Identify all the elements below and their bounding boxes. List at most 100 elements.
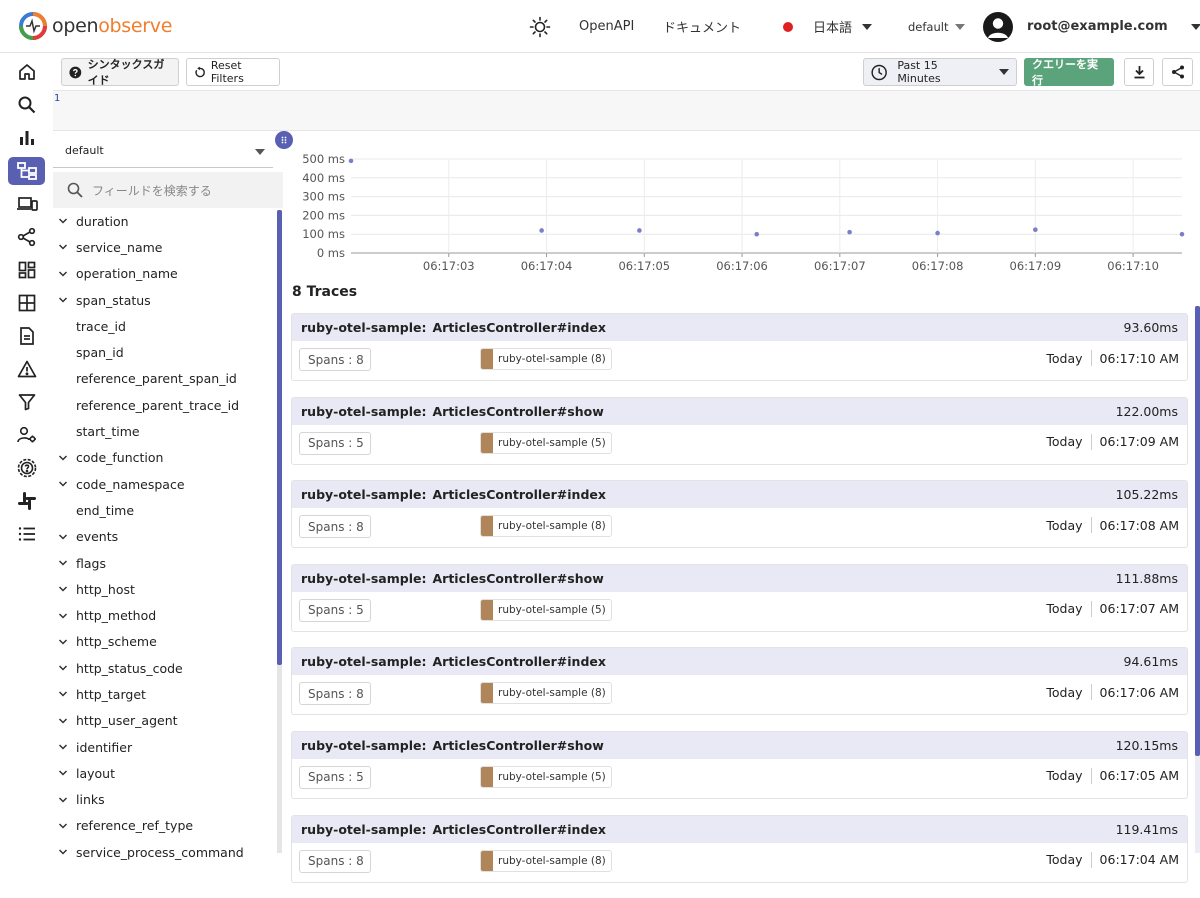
field-item[interactable]: reference_parent_trace_id [53, 392, 276, 418]
nav-settings[interactable] [8, 454, 45, 482]
nav-logs[interactable] [8, 91, 45, 119]
field-item[interactable]: layout [53, 760, 276, 786]
trace-card-header[interactable]: ruby-otel-sample: ArticlesController#show… [292, 397, 1187, 425]
field-item[interactable]: code_function [53, 445, 276, 471]
field-item[interactable]: trace_id [53, 313, 276, 339]
field-item[interactable]: links [53, 787, 276, 813]
field-item[interactable]: flags [53, 550, 276, 576]
chevron-down-icon[interactable] [58, 664, 72, 672]
field-item[interactable]: http_status_code [53, 655, 276, 681]
field-item[interactable]: http_scheme [53, 629, 276, 655]
share-button[interactable] [1162, 58, 1193, 86]
chevron-down-icon[interactable] [58, 585, 72, 593]
chevron-down-icon[interactable] [58, 217, 72, 225]
chevron-down-icon[interactable] [58, 717, 72, 725]
field-item[interactable]: duration [53, 208, 276, 234]
chevron-down-icon[interactable] [58, 559, 72, 567]
field-item[interactable]: http_user_agent [53, 708, 276, 734]
openobserve-logo[interactable]: openobserve [18, 11, 172, 41]
chevron-down-icon[interactable] [58, 243, 72, 251]
trace-card-header[interactable]: ruby-otel-sample: ArticlesController#inde… [292, 815, 1187, 843]
chevron-down-icon[interactable] [58, 270, 72, 278]
nav-slack[interactable] [8, 487, 45, 515]
field-item[interactable]: reference_parent_span_id [53, 366, 276, 392]
field-item[interactable]: http_method [53, 602, 276, 628]
docs-link[interactable]: ドキュメント [663, 0, 741, 53]
organization-select[interactable]: default [908, 0, 966, 53]
field-item[interactable]: operation_name [53, 261, 276, 287]
chevron-down-icon[interactable] [58, 296, 72, 304]
service-color-swatch [481, 432, 493, 453]
trace-list-scrollbar[interactable] [1195, 306, 1200, 853]
trace-card-header[interactable]: ruby-otel-sample: ArticlesController#show… [292, 731, 1187, 759]
functions-icon [18, 394, 35, 411]
trace-card[interactable]: ruby-otel-sample: ArticlesController#inde… [291, 647, 1188, 716]
chevron-down-icon[interactable] [58, 638, 72, 646]
nav-about[interactable] [8, 520, 45, 548]
trace-card[interactable]: ruby-otel-sample: ArticlesController#show… [291, 563, 1188, 632]
chevron-down-icon[interactable] [58, 480, 72, 488]
query-editor[interactable]: 1 [53, 91, 1200, 131]
field-item[interactable]: service_name [53, 234, 276, 260]
trace-operation-name: ArticlesController#show [432, 570, 604, 586]
chevron-down-icon[interactable] [58, 454, 72, 462]
nav-streams[interactable] [8, 289, 45, 317]
timestamp-separator [1090, 767, 1092, 784]
theme-toggle-button[interactable] [529, 0, 551, 53]
nav-reports[interactable] [8, 322, 45, 350]
chevron-down-icon[interactable] [58, 848, 72, 856]
trace-card[interactable]: ruby-otel-sample: ArticlesController#show… [291, 730, 1188, 799]
chevron-down-icon[interactable] [58, 822, 72, 830]
nav-metrics[interactable] [8, 124, 45, 152]
field-item[interactable]: end_time [53, 497, 276, 523]
scrollbar-thumb[interactable] [1195, 306, 1200, 756]
syntax-guide-button[interactable]: シンタックスガイド [61, 58, 179, 87]
field-item[interactable]: service_process_command [53, 839, 276, 865]
field-item[interactable]: events [53, 524, 276, 550]
trace-card[interactable]: ruby-otel-sample: ArticlesController#show… [291, 396, 1188, 465]
nav-alerts[interactable] [8, 355, 45, 383]
openapi-link[interactable]: OpenAPI [579, 0, 634, 53]
nav-traces[interactable] [8, 157, 45, 185]
service-chip: ruby-otel-sample (8) [480, 515, 612, 538]
field-item[interactable]: http_target [53, 681, 276, 707]
stream-select[interactable]: default [53, 134, 273, 168]
trace-card[interactable]: ruby-otel-sample: ArticlesController#inde… [291, 313, 1188, 381]
chevron-down-icon[interactable] [58, 743, 72, 751]
trace-card[interactable]: ruby-otel-sample: ArticlesController#inde… [291, 480, 1188, 549]
download-button[interactable] [1124, 58, 1154, 86]
field-item-label: end_time [76, 502, 135, 518]
field-item[interactable]: identifier [53, 734, 276, 760]
user-menu[interactable]: root@example.com [983, 0, 1200, 53]
field-item[interactable]: http_host [53, 576, 276, 602]
trace-card-header[interactable]: ruby-otel-sample: ArticlesController#inde… [292, 481, 1187, 509]
time-range-select[interactable]: Past 15 Minutes [863, 58, 1017, 86]
trace-card-header[interactable]: ruby-otel-sample: ArticlesController#inde… [292, 648, 1187, 676]
chevron-down-icon[interactable] [58, 612, 72, 620]
field-item[interactable]: reference_ref_type [53, 813, 276, 839]
chevron-down-icon[interactable] [58, 769, 72, 777]
trace-card-header[interactable]: ruby-otel-sample: ArticlesController#show… [292, 564, 1187, 592]
field-item[interactable]: code_namespace [53, 471, 276, 497]
chevron-down-icon[interactable] [58, 796, 72, 804]
chevron-down-icon[interactable] [58, 533, 72, 541]
nav-rum[interactable] [8, 190, 45, 218]
trace-card[interactable]: ruby-otel-sample: ArticlesController#inde… [291, 814, 1188, 883]
chevron-down-icon[interactable] [58, 690, 72, 698]
field-item[interactable]: start_time [53, 418, 276, 444]
run-query-button[interactable]: クエリーを実行 [1024, 58, 1114, 87]
reset-filters-button[interactable]: Reset Filters [186, 58, 280, 86]
language-select[interactable]: 日本語 [783, 0, 873, 53]
trace-card-header[interactable]: ruby-otel-sample: ArticlesController#inde… [292, 314, 1187, 341]
nav-iam[interactable] [8, 421, 45, 449]
nav-pipeline[interactable] [8, 223, 45, 251]
nav-functions[interactable] [8, 388, 45, 416]
nav-dashboards[interactable] [8, 256, 45, 284]
scrollbar-thumb[interactable] [277, 210, 282, 665]
field-item[interactable]: span_status [53, 287, 276, 313]
field-list-scrollbar[interactable] [277, 210, 282, 853]
field-search-input[interactable]: フィールドを検索する [53, 172, 283, 208]
field-item[interactable]: span_id [53, 339, 276, 365]
nav-home[interactable] [8, 58, 45, 86]
logo-text-primary: open [52, 15, 99, 37]
